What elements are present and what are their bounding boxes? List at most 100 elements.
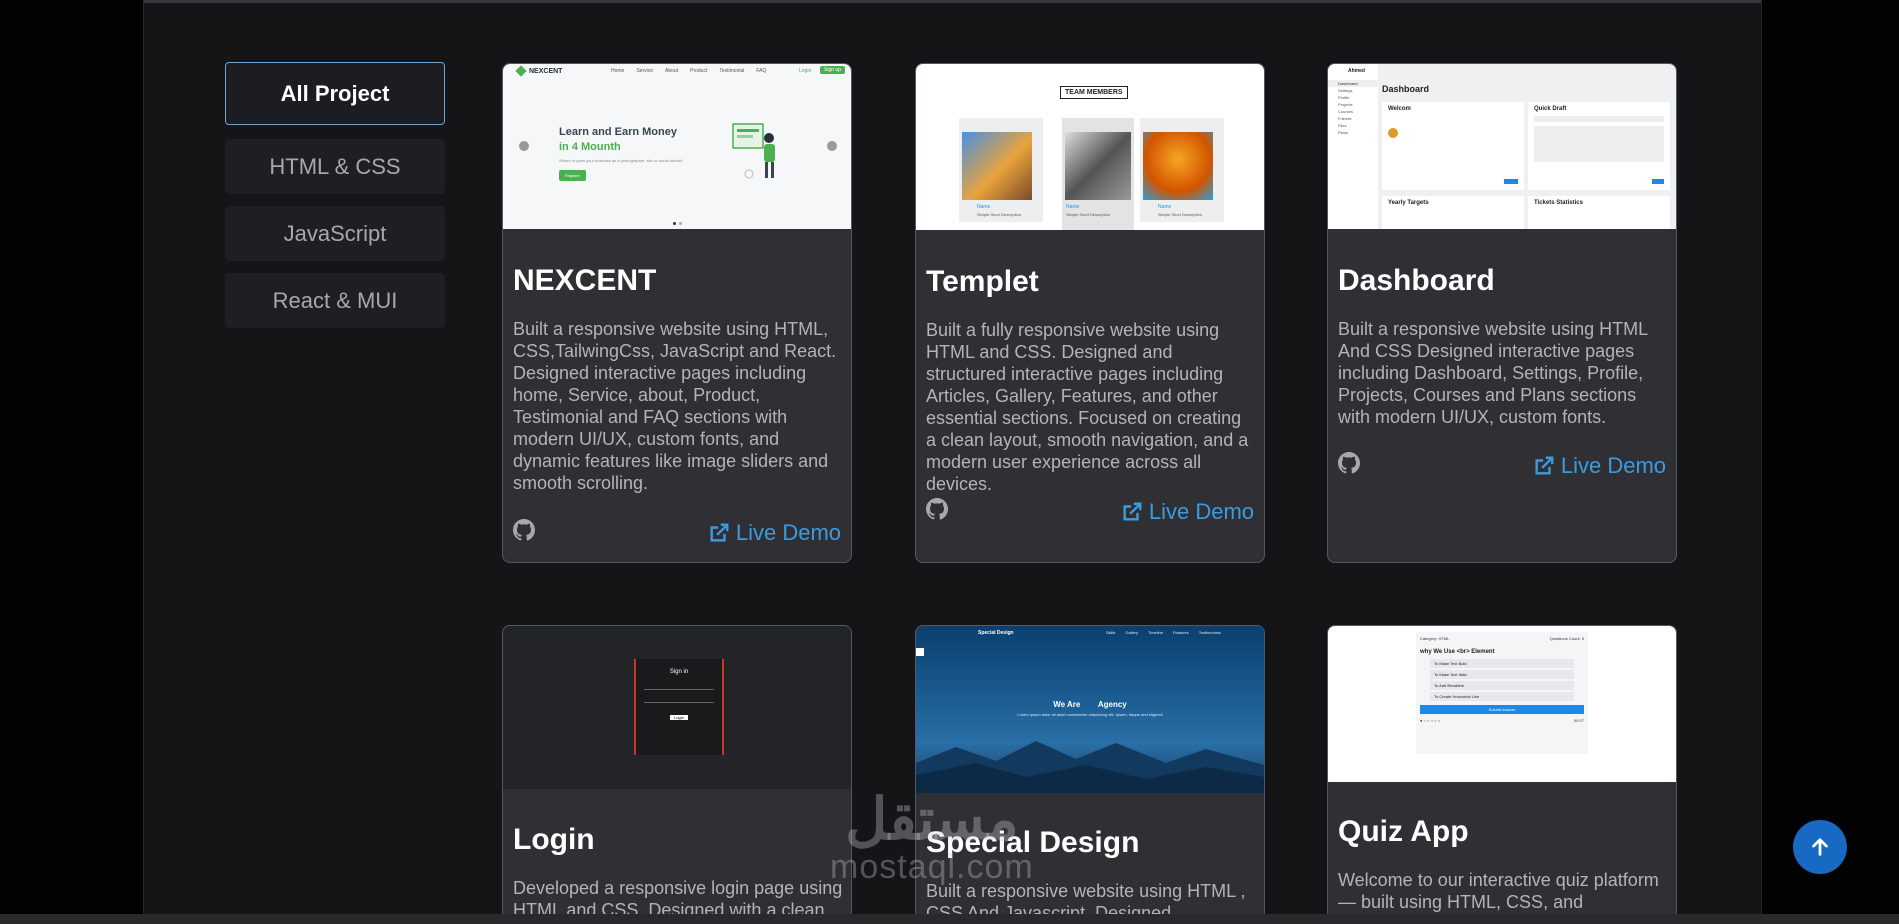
quiz-timer: 00:27	[1573, 718, 1584, 723]
yearly-title: Yearly Targets	[1388, 200, 1429, 206]
thumb-nav-item: Skills	[1106, 630, 1116, 635]
filter-all-projects[interactable]: All Project	[225, 62, 445, 125]
nexcent-logo-icon	[515, 65, 527, 77]
thumb-sidebar-item: Friends	[1338, 116, 1352, 121]
live-demo-link[interactable]: Live Demo	[1533, 453, 1666, 479]
quiz-option: To Make Text Italic	[1430, 670, 1574, 679]
github-icon[interactable]	[1338, 452, 1360, 474]
member-role: Simple Short Description	[1158, 212, 1203, 217]
team-member-card: Name Simple Short Description	[959, 118, 1043, 222]
member-role: Simple Short Description	[1066, 212, 1111, 217]
thumb-signup: Sign up	[820, 66, 845, 74]
thumb-nav: Skills Gallery Timeline Features Testimo…	[1106, 630, 1221, 635]
live-demo-link[interactable]: Live Demo	[1121, 499, 1254, 525]
thumb-brand: NEXCENT	[529, 67, 563, 75]
project-card-login: Sign in Login Login Developed a responsi…	[502, 625, 852, 914]
welcome-widget: Welcom	[1382, 102, 1524, 190]
thumb-headline-accent: in 4 Mounth	[559, 141, 621, 153]
project-thumbnail[interactable]: Special Design Skills Gallery Timeline F…	[916, 626, 1264, 793]
mountains-illustration	[916, 741, 1264, 793]
thumb-brand: Special Design	[978, 630, 1014, 636]
project-thumbnail[interactable]: NEXCENT Home Service About Product Testi…	[503, 64, 851, 229]
project-card-quiz-app: Category: HTML Questions Count: 5 why We…	[1327, 625, 1677, 914]
quiz-option: To Make Text Bold	[1430, 659, 1574, 668]
external-link-icon	[710, 523, 729, 542]
project-description: Built a responsive website using HTML, C…	[513, 319, 837, 493]
live-demo-label: Live Demo	[735, 520, 841, 545]
project-description: Built a fully responsive website using H…	[926, 320, 1249, 494]
project-description: Welcome to our interactive quiz platform…	[1338, 870, 1659, 912]
thumb-user: Ahmed	[1348, 68, 1365, 74]
thumb-login: Login	[799, 68, 812, 74]
avatar	[1388, 128, 1398, 138]
thumb-headline: Learn and Earn Money	[559, 126, 677, 138]
thumb-nav-item: Testimonials	[1198, 630, 1221, 635]
project-thumbnail[interactable]: Sign in Login	[503, 626, 851, 789]
github-icon[interactable]	[926, 498, 948, 520]
project-card-special-design: Special Design Skills Gallery Timeline F…	[915, 625, 1265, 914]
team-member-card: Name Simple Short Description	[1062, 118, 1134, 230]
external-link-icon	[1535, 456, 1554, 475]
member-name: Name	[977, 204, 991, 210]
project-thumbnail[interactable]: TEAM MEMBERS Name Simple Short Descripti…	[916, 64, 1264, 230]
quiz-preview: Category: HTML Questions Count: 5 why We…	[1416, 632, 1588, 754]
thumb-headline: We Are Agency	[1053, 700, 1127, 709]
project-title: Dashboard	[1338, 264, 1495, 297]
quiz-question: why We Use <br> Element	[1420, 649, 1495, 655]
filter-javascript[interactable]: JavaScript	[225, 206, 445, 261]
thumb-nav-item: Timeline	[1148, 630, 1163, 635]
thumb-sidebar-item: Files	[1338, 123, 1347, 128]
project-description: Developed a responsive login page using …	[513, 878, 843, 914]
top-divider	[144, 0, 1761, 3]
quiz-count: Questions Count: 5	[1549, 636, 1584, 641]
project-card-nexcent: NEXCENT Home Service About Product Testi…	[502, 63, 852, 563]
live-demo-link[interactable]: Live Demo	[708, 520, 841, 546]
bottom-status-bar	[0, 914, 1899, 924]
thumb-nav-item: About	[665, 68, 679, 74]
member-photo	[1065, 132, 1131, 200]
live-demo-label: Live Demo	[1148, 499, 1254, 524]
github-icon[interactable]	[513, 519, 535, 541]
project-thumbnail[interactable]: Ahmed Dashboard Settings Profile Project…	[1328, 64, 1676, 229]
thumb-sidebar: Ahmed Dashboard Settings Profile Project…	[1328, 64, 1378, 229]
thumb-nav-item: Service	[636, 68, 654, 74]
thumb-sidebar-item: Courses	[1338, 109, 1353, 114]
quiz-submit: Submit Answer	[1420, 705, 1584, 714]
scroll-to-top-button[interactable]	[1793, 820, 1847, 874]
member-role: Simple Short Description	[977, 212, 1022, 217]
external-link-icon	[1123, 502, 1142, 521]
thumb-nav-item: Product	[690, 68, 708, 74]
project-thumbnail[interactable]: Category: HTML Questions Count: 5 why We…	[1328, 626, 1676, 782]
slider-next-icon	[827, 141, 837, 151]
quiz-option: To Create Horizontal Line	[1430, 692, 1574, 701]
thumb-nav: Home Service About Product Testimonial F…	[611, 68, 766, 74]
thumb-sidebar-item: Settings	[1338, 88, 1353, 93]
tickets-widget: Tickets Statistics	[1528, 196, 1670, 229]
member-photo	[1143, 132, 1213, 200]
quiz-progress-dots: ● ○ ○ ○ ○ ○	[1420, 718, 1441, 723]
project-filters: All Project HTML & CSS JavaScript React …	[225, 62, 447, 340]
project-card-dashboard: Ahmed Dashboard Settings Profile Project…	[1327, 63, 1677, 563]
arrow-up-icon	[1812, 838, 1828, 856]
project-description: Built a responsive website using HTML An…	[1338, 319, 1648, 427]
portfolio-page: All Project HTML & CSS JavaScript React …	[143, 0, 1762, 914]
member-name: Name	[1158, 204, 1172, 210]
thumb-cta: Register	[559, 170, 586, 181]
filter-html-css[interactable]: HTML & CSS	[225, 139, 445, 194]
welcome-title: Welcom	[1388, 106, 1411, 112]
thumb-sidebar-item: Projects	[1338, 102, 1353, 107]
thumb-nav-item: Testimonial	[719, 68, 745, 74]
thumb-heading: Dashboard	[1382, 84, 1430, 94]
thumb-subtext: Where to grow your business as a photogr…	[559, 158, 684, 163]
quick-draft-title: Quick Draft	[1534, 106, 1567, 112]
thumb-nav-item: Features	[1172, 630, 1189, 635]
member-photo	[962, 132, 1032, 200]
login-form-preview: Sign in Login	[634, 659, 724, 755]
thumb-nav-item: Gallery	[1125, 630, 1139, 635]
filter-react-mui[interactable]: React & MUI	[225, 273, 445, 328]
project-title: Quiz App	[1338, 815, 1469, 848]
live-demo-label: Live Demo	[1560, 453, 1666, 478]
thumb-sidebar-item: Profile	[1338, 95, 1350, 100]
project-title: NEXCENT	[513, 264, 657, 297]
tickets-title: Tickets Statistics	[1534, 200, 1583, 206]
